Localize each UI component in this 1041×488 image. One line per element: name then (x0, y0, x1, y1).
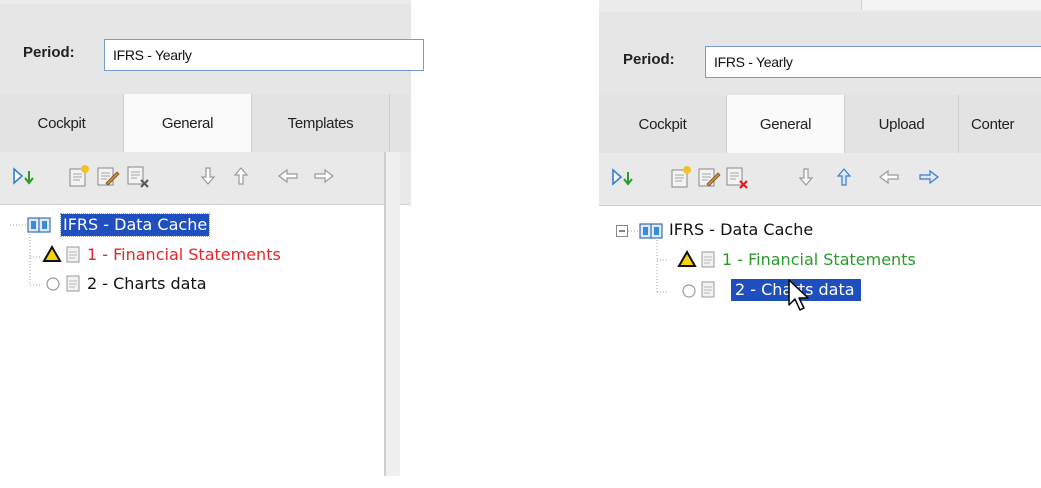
tab-content[interactable]: Conter (959, 95, 1041, 153)
move-right-icon[interactable] (313, 168, 335, 184)
tab-templates[interactable]: Templates (252, 94, 390, 152)
period-row: Period: IFRS - Yearly (599, 12, 1041, 100)
warning-icon (42, 245, 62, 262)
move-up-icon[interactable] (233, 166, 249, 186)
warning-icon (677, 250, 697, 267)
tab-general[interactable]: General (727, 95, 845, 153)
tree-connectors (628, 230, 669, 293)
edit-item-icon[interactable] (697, 165, 721, 189)
move-left-icon[interactable] (277, 168, 299, 184)
period-label: Period: (623, 51, 675, 68)
top-tab-stub (861, 0, 1041, 10)
move-left-icon[interactable] (878, 169, 900, 185)
tree-view: IFRS - Data Cache 1 - Financial Statemen… (0, 205, 411, 476)
tree-view: IFRS - Data Cache 1 - Financial Statemen… (599, 206, 1041, 488)
tab-cockpit[interactable]: Cockpit (599, 95, 727, 153)
run-down-icon[interactable] (611, 167, 637, 189)
move-up-icon[interactable] (836, 167, 852, 187)
mouse-pointer-icon (788, 279, 809, 311)
tree-item-financial-statements[interactable]: 1 - Financial Statements (722, 249, 916, 271)
period-row: Period: IFRS - Yearly (0, 4, 424, 104)
tree-root-node[interactable]: IFRS - Data Cache (669, 219, 813, 241)
period-select[interactable]: IFRS - Yearly (705, 46, 1041, 78)
period-label: Period: (23, 44, 75, 61)
tab-general[interactable]: General (124, 94, 252, 152)
new-item-icon[interactable] (67, 164, 91, 188)
tab-cockpit[interactable]: Cockpit (0, 94, 124, 152)
toolbar (0, 152, 411, 205)
edit-item-icon[interactable] (96, 164, 120, 188)
book-icon (27, 217, 51, 233)
document-icon (66, 275, 80, 292)
right-panel: Period: IFRS - Yearly Cockpit General Up… (599, 0, 1041, 488)
tab-bar: Cockpit General Upload Conter (599, 95, 1041, 154)
left-panel: Period: IFRS - Yearly Cockpit General Te… (0, 0, 424, 476)
period-select[interactable]: IFRS - Yearly (104, 39, 424, 71)
tab-upload[interactable]: Upload (845, 95, 959, 153)
vertical-scrollbar[interactable] (385, 152, 400, 476)
document-icon (701, 281, 715, 298)
move-down-icon[interactable] (200, 166, 216, 186)
radio-circle-icon (46, 277, 60, 291)
run-down-icon[interactable] (12, 166, 38, 188)
document-icon (701, 251, 715, 268)
tab-bar: Cockpit General Templates (0, 94, 411, 153)
move-right-icon[interactable] (918, 169, 940, 185)
book-icon (639, 223, 663, 239)
tree-item-financial-statements[interactable]: 1 - Financial Statements (87, 244, 281, 266)
toolbar (599, 153, 1041, 206)
document-icon (66, 246, 80, 263)
tree-root-node[interactable]: IFRS - Data Cache (59, 213, 211, 237)
new-item-icon[interactable] (669, 165, 693, 189)
tree-item-charts-data[interactable]: 2 - Charts data (87, 273, 207, 295)
radio-circle-icon (682, 284, 696, 298)
delete-item-icon[interactable] (725, 165, 751, 191)
delete-item-icon[interactable] (126, 164, 152, 190)
move-down-icon[interactable] (798, 167, 814, 187)
